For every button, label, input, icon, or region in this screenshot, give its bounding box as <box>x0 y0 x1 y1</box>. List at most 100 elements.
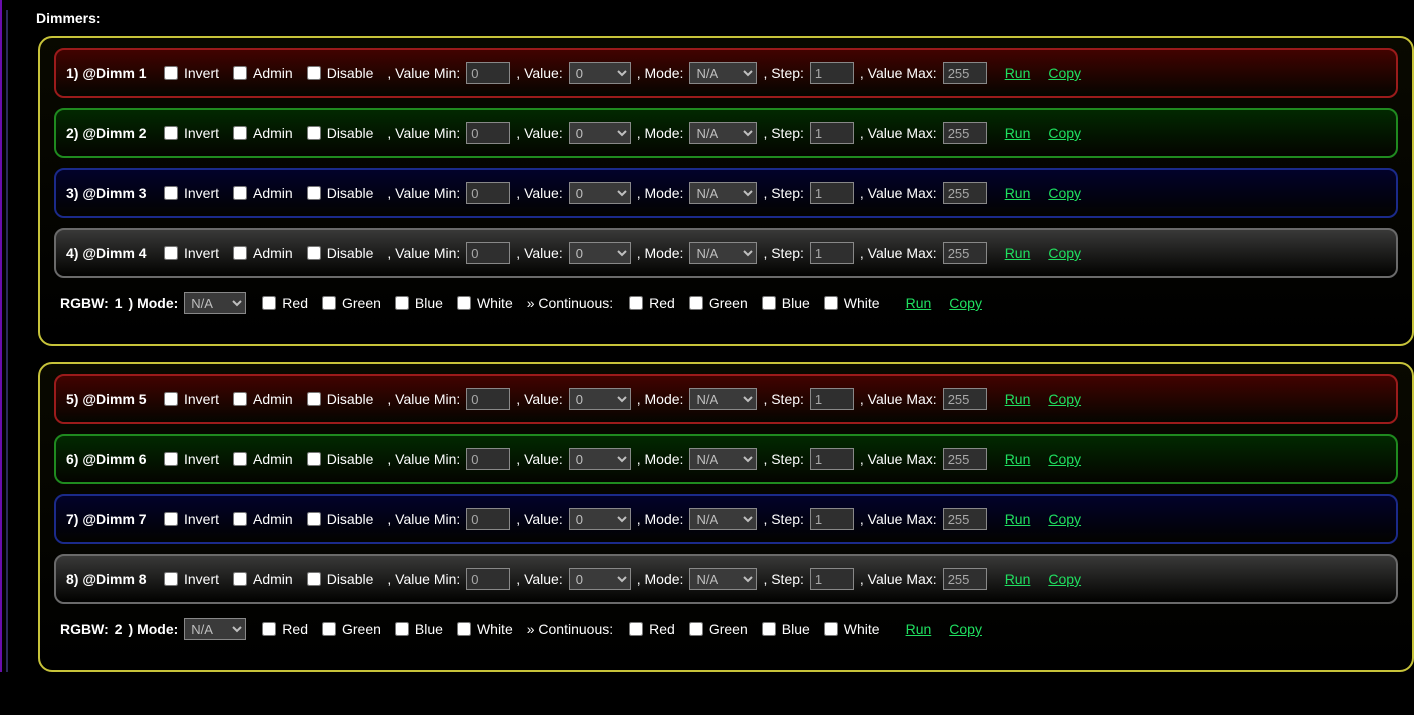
step-input[interactable] <box>810 182 854 204</box>
disable-checkbox-input[interactable] <box>307 452 321 466</box>
invert-checkbox-input[interactable] <box>164 512 178 526</box>
value-max-input[interactable] <box>943 122 987 144</box>
invert-checkbox[interactable]: Invert <box>164 65 219 81</box>
value-min-input[interactable] <box>466 62 510 84</box>
mode-select[interactable]: N/A <box>689 508 757 530</box>
admin-checkbox-input[interactable] <box>233 186 247 200</box>
copy-link[interactable]: Copy <box>1048 391 1081 407</box>
invert-checkbox[interactable]: Invert <box>164 185 219 201</box>
cont-white-checkbox[interactable]: White <box>824 295 880 311</box>
green-checkbox-input[interactable] <box>322 622 336 636</box>
disable-checkbox-input[interactable] <box>307 246 321 260</box>
invert-checkbox[interactable]: Invert <box>164 571 219 587</box>
red-checkbox-input[interactable] <box>262 296 276 310</box>
disable-checkbox-input[interactable] <box>307 392 321 406</box>
admin-checkbox-input[interactable] <box>233 66 247 80</box>
run-link[interactable]: Run <box>1005 185 1031 201</box>
admin-checkbox-input[interactable] <box>233 572 247 586</box>
value-min-input[interactable] <box>466 448 510 470</box>
invert-checkbox-input[interactable] <box>164 186 178 200</box>
step-input[interactable] <box>810 508 854 530</box>
disable-checkbox[interactable]: Disable <box>307 185 374 201</box>
disable-checkbox-input[interactable] <box>307 572 321 586</box>
blue-checkbox-input[interactable] <box>395 622 409 636</box>
value-max-input[interactable] <box>943 568 987 590</box>
disable-checkbox-input[interactable] <box>307 512 321 526</box>
cont-white-checkbox-input[interactable] <box>824 622 838 636</box>
admin-checkbox[interactable]: Admin <box>233 185 293 201</box>
cont-green-checkbox[interactable]: Green <box>689 295 748 311</box>
admin-checkbox[interactable]: Admin <box>233 391 293 407</box>
value-max-input[interactable] <box>943 448 987 470</box>
run-link[interactable]: Run <box>1005 245 1031 261</box>
value-max-input[interactable] <box>943 242 987 264</box>
red-checkbox-input[interactable] <box>262 622 276 636</box>
run-link[interactable]: Run <box>1005 511 1031 527</box>
white-checkbox[interactable]: White <box>457 621 513 637</box>
mode-select[interactable]: N/A <box>689 448 757 470</box>
cont-green-checkbox[interactable]: Green <box>689 621 748 637</box>
mode-select[interactable]: N/A <box>689 62 757 84</box>
green-checkbox-input[interactable] <box>322 296 336 310</box>
admin-checkbox-input[interactable] <box>233 512 247 526</box>
value-select[interactable]: 0 <box>569 122 631 144</box>
rgbw-mode-select[interactable]: N/A <box>184 618 246 640</box>
value-max-input[interactable] <box>943 388 987 410</box>
white-checkbox-input[interactable] <box>457 296 471 310</box>
value-select[interactable]: 0 <box>569 448 631 470</box>
white-checkbox[interactable]: White <box>457 295 513 311</box>
copy-link[interactable]: Copy <box>1048 125 1081 141</box>
mode-select[interactable]: N/A <box>689 182 757 204</box>
value-max-input[interactable] <box>943 182 987 204</box>
admin-checkbox-input[interactable] <box>233 246 247 260</box>
cont-red-checkbox[interactable]: Red <box>629 295 675 311</box>
value-select[interactable]: 0 <box>569 508 631 530</box>
white-checkbox-input[interactable] <box>457 622 471 636</box>
disable-checkbox[interactable]: Disable <box>307 391 374 407</box>
green-checkbox[interactable]: Green <box>322 295 381 311</box>
invert-checkbox[interactable]: Invert <box>164 511 219 527</box>
copy-link[interactable]: Copy <box>1048 65 1081 81</box>
admin-checkbox-input[interactable] <box>233 126 247 140</box>
disable-checkbox[interactable]: Disable <box>307 511 374 527</box>
value-max-input[interactable] <box>943 508 987 530</box>
rgbw-copy-link[interactable]: Copy <box>949 621 982 637</box>
admin-checkbox-input[interactable] <box>233 392 247 406</box>
admin-checkbox[interactable]: Admin <box>233 65 293 81</box>
value-min-input[interactable] <box>466 508 510 530</box>
rgbw-mode-select[interactable]: N/A <box>184 292 246 314</box>
copy-link[interactable]: Copy <box>1048 511 1081 527</box>
invert-checkbox-input[interactable] <box>164 246 178 260</box>
cont-blue-checkbox[interactable]: Blue <box>762 621 810 637</box>
admin-checkbox[interactable]: Admin <box>233 125 293 141</box>
value-max-input[interactable] <box>943 62 987 84</box>
value-select[interactable]: 0 <box>569 62 631 84</box>
rgbw-copy-link[interactable]: Copy <box>949 295 982 311</box>
disable-checkbox-input[interactable] <box>307 186 321 200</box>
admin-checkbox[interactable]: Admin <box>233 511 293 527</box>
mode-select[interactable]: N/A <box>689 122 757 144</box>
rgbw-run-link[interactable]: Run <box>906 621 932 637</box>
run-link[interactable]: Run <box>1005 125 1031 141</box>
green-checkbox[interactable]: Green <box>322 621 381 637</box>
invert-checkbox[interactable]: Invert <box>164 125 219 141</box>
value-select[interactable]: 0 <box>569 182 631 204</box>
invert-checkbox-input[interactable] <box>164 126 178 140</box>
disable-checkbox-input[interactable] <box>307 66 321 80</box>
admin-checkbox-input[interactable] <box>233 452 247 466</box>
run-link[interactable]: Run <box>1005 65 1031 81</box>
disable-checkbox-input[interactable] <box>307 126 321 140</box>
cont-green-checkbox-input[interactable] <box>689 296 703 310</box>
copy-link[interactable]: Copy <box>1048 185 1081 201</box>
value-min-input[interactable] <box>466 182 510 204</box>
run-link[interactable]: Run <box>1005 391 1031 407</box>
invert-checkbox-input[interactable] <box>164 66 178 80</box>
value-min-input[interactable] <box>466 242 510 264</box>
step-input[interactable] <box>810 62 854 84</box>
value-select[interactable]: 0 <box>569 388 631 410</box>
invert-checkbox-input[interactable] <box>164 452 178 466</box>
disable-checkbox[interactable]: Disable <box>307 65 374 81</box>
value-min-input[interactable] <box>466 568 510 590</box>
disable-checkbox[interactable]: Disable <box>307 571 374 587</box>
copy-link[interactable]: Copy <box>1048 245 1081 261</box>
